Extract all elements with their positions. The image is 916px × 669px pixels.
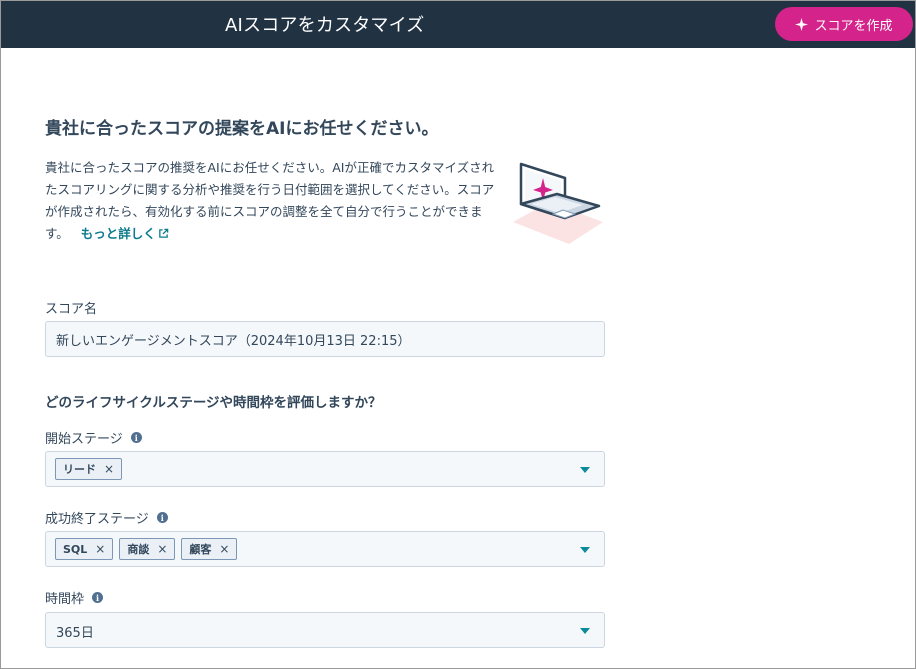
start-stage-select[interactable]: リード × <box>45 451 605 487</box>
tag-deal: 商談 × <box>119 538 176 560</box>
remove-tag-icon[interactable]: × <box>157 542 167 556</box>
timeframe-value: 365日 <box>56 626 94 641</box>
remove-tag-icon[interactable]: × <box>219 542 229 556</box>
tag-lead: リード × <box>55 458 123 480</box>
tag-label: 商談 <box>127 543 150 556</box>
timeframe-select[interactable]: 365日 <box>45 612 605 648</box>
sparkle-icon <box>795 17 809 31</box>
start-stage-label: 開始ステージ i <box>45 428 142 447</box>
learn-more-link[interactable]: もっと詳しく <box>81 226 169 241</box>
intro-heading: 貴社に合ったスコアの提案をAIにお任せください。 <box>45 119 439 139</box>
timeframe-label-text: 時間枠 <box>45 592 85 607</box>
dropdown-caret-icon[interactable] <box>580 547 590 553</box>
remove-tag-icon[interactable]: × <box>95 542 105 556</box>
learn-more-label: もっと詳しく <box>80 226 156 241</box>
remove-tag-icon[interactable]: × <box>104 462 114 476</box>
timeframe-label: 時間枠 i <box>45 588 104 607</box>
app-frame: AIスコアをカスタマイズ スコアを作成 貴社に合ったスコアの提案をAIにお任せく… <box>0 0 916 669</box>
laptop-illustration <box>513 162 603 244</box>
score-name-input[interactable] <box>46 322 604 356</box>
external-link-icon <box>158 228 169 238</box>
info-icon[interactable]: i <box>156 512 168 523</box>
page-title: AIスコアをカスタマイズ <box>225 15 425 36</box>
tag-sql: SQL × <box>55 538 114 560</box>
success-stage-select[interactable]: SQL × 商談 × 顧客 × <box>45 531 605 567</box>
success-stage-tags: SQL × 商談 × 顧客 × <box>55 538 238 560</box>
info-icon[interactable]: i <box>130 432 142 443</box>
intro-description: 貴社に合ったスコアの推奨をAIにお任せください。AIが正確でカスタマイズされたス… <box>45 157 495 245</box>
score-name-field <box>45 321 605 357</box>
tag-label: SQL <box>63 542 88 556</box>
dropdown-caret-icon[interactable] <box>580 467 590 473</box>
create-score-label: スコアを作成 <box>814 18 893 34</box>
success-stage-label: 成功終了ステージ i <box>45 508 168 527</box>
info-icon[interactable]: i <box>92 592 104 603</box>
tag-customer: 顧客 × <box>181 538 238 560</box>
start-stage-label-text: 開始ステージ <box>45 432 123 447</box>
tag-label: 顧客 <box>189 543 212 556</box>
header-bar: AIスコアをカスタマイズ スコアを作成 <box>1 0 915 48</box>
lifecycle-question: どのライフサイクルステージや時間枠を評価しますか？ <box>45 395 382 411</box>
start-stage-tags: リード × <box>55 458 123 480</box>
create-score-button[interactable]: スコアを作成 <box>775 7 913 41</box>
tag-label: リード <box>63 463 96 476</box>
success-stage-label-text: 成功終了ステージ <box>45 512 149 527</box>
dropdown-caret-icon[interactable] <box>580 628 590 634</box>
score-name-label: スコア名 <box>45 298 97 317</box>
score-name-label-text: スコア名 <box>45 302 98 317</box>
